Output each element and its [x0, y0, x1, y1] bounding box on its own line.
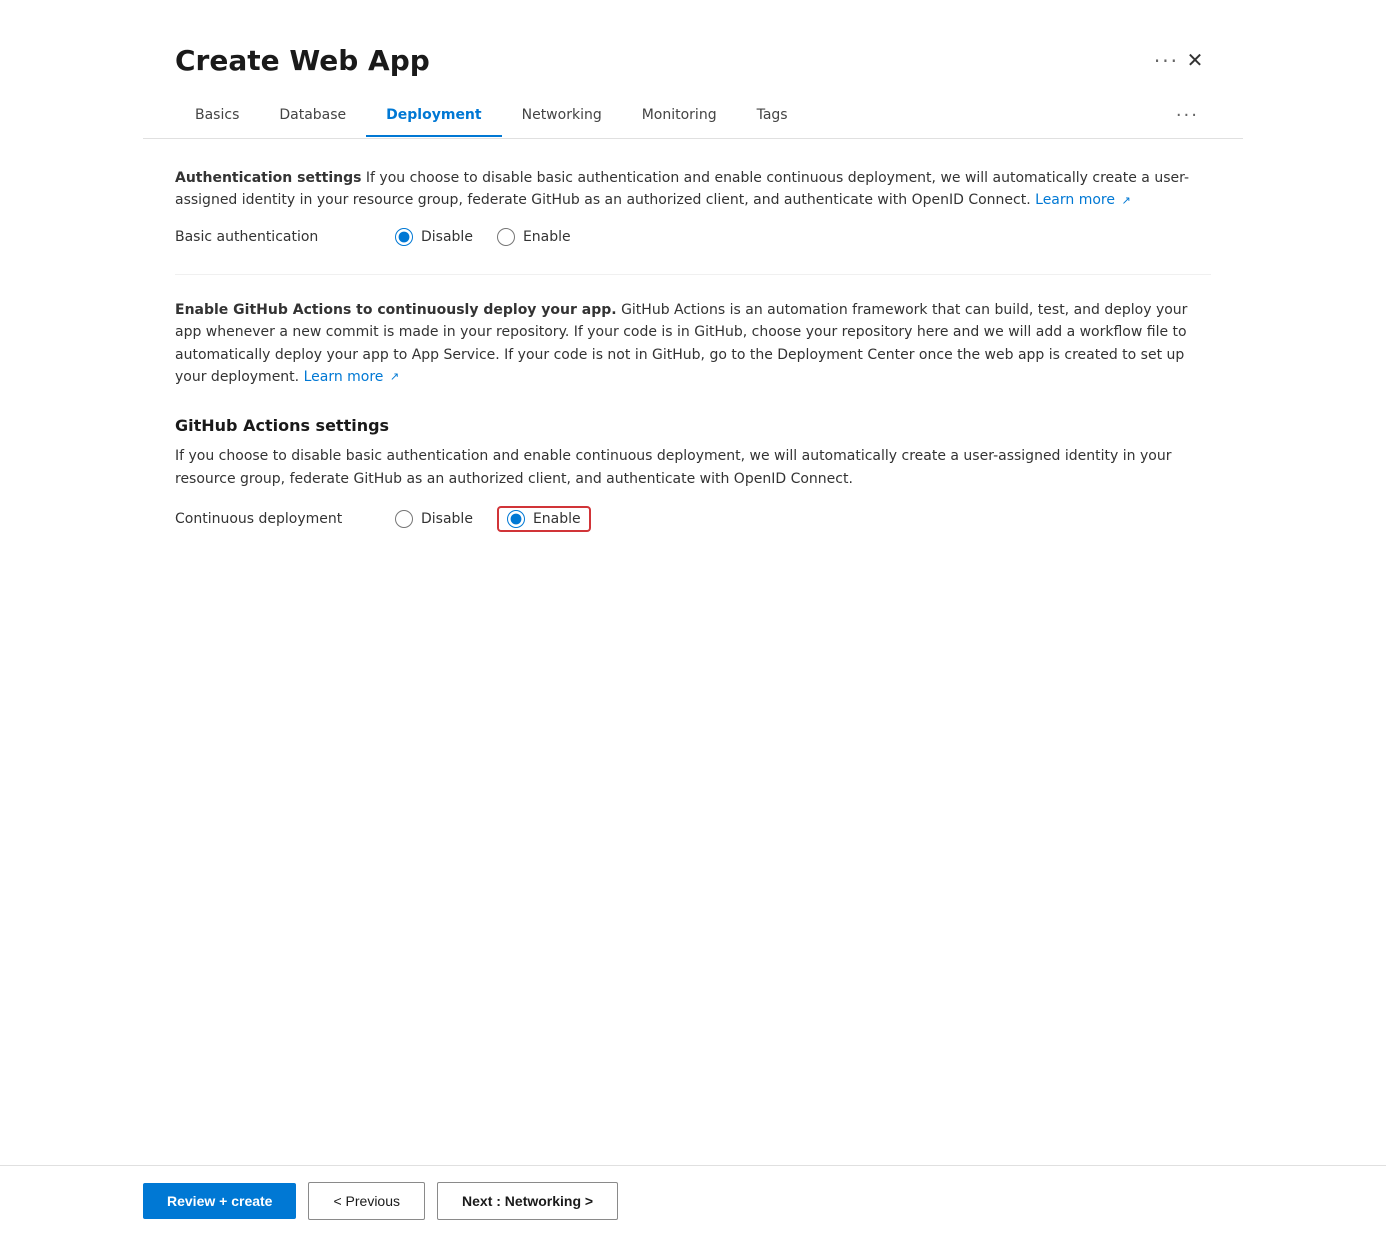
github-external-link-icon: ↗: [390, 368, 399, 386]
basic-auth-radio-group: Disable Enable: [395, 228, 571, 246]
cd-enable-radio[interactable]: [507, 510, 525, 528]
previous-button[interactable]: < Previous: [308, 1182, 425, 1220]
basic-auth-label: Basic authentication: [175, 229, 395, 245]
continuous-deployment-label: Continuous deployment: [175, 511, 395, 527]
basic-auth-field-row: Basic authentication Disable Enable: [175, 228, 1211, 246]
tab-basics[interactable]: Basics: [175, 95, 259, 137]
review-create-button[interactable]: Review + create: [143, 1183, 296, 1219]
basic-auth-disable-label: Disable: [421, 229, 473, 245]
tab-monitoring[interactable]: Monitoring: [622, 95, 737, 137]
dialog-menu-icon[interactable]: ···: [1154, 49, 1179, 73]
github-description: Enable GitHub Actions to continuously de…: [175, 299, 1211, 389]
continuous-deployment-radio-group: Disable Enable: [395, 506, 591, 532]
auth-learn-more-link[interactable]: Learn more ↗: [1035, 192, 1131, 208]
cd-enable-label: Enable: [533, 511, 581, 527]
next-button[interactable]: Next : Networking >: [437, 1182, 618, 1220]
tab-tags[interactable]: Tags: [737, 95, 808, 137]
tab-deployment[interactable]: Deployment: [366, 95, 501, 137]
divider-1: [175, 274, 1211, 275]
cd-enable-option[interactable]: Enable: [507, 510, 581, 528]
footer-inner: Review + create < Previous Next : Networ…: [143, 1182, 1243, 1220]
cd-disable-label: Disable: [421, 511, 473, 527]
external-link-icon: ↗: [1121, 192, 1130, 210]
github-actions-settings-section: GitHub Actions settings If you choose to…: [175, 416, 1211, 532]
basic-auth-disable-radio[interactable]: [395, 228, 413, 246]
cd-enable-highlighted-option: Enable: [497, 506, 591, 532]
footer: Review + create < Previous Next : Networ…: [0, 1165, 1386, 1236]
basic-auth-enable-radio[interactable]: [497, 228, 515, 246]
basic-auth-enable-label: Enable: [523, 229, 571, 245]
tabs-bar: Basics Database Deployment Networking Mo…: [143, 93, 1243, 139]
close-button[interactable]: ✕: [1179, 45, 1211, 77]
github-title-bold: Enable GitHub Actions to continuously de…: [175, 302, 617, 318]
authentication-settings-section: Authentication settings If you choose to…: [175, 167, 1211, 246]
github-actions-section: Enable GitHub Actions to continuously de…: [175, 299, 1211, 389]
basic-auth-enable-option[interactable]: Enable: [497, 228, 571, 246]
tab-networking[interactable]: Networking: [502, 95, 622, 137]
basic-auth-disable-option[interactable]: Disable: [395, 228, 473, 246]
continuous-deployment-field-row: Continuous deployment Disable Enable: [175, 506, 1211, 532]
dialog-header: Create Web App ··· ✕: [143, 20, 1243, 93]
dialog-title: Create Web App: [175, 44, 1142, 77]
github-settings-description: If you choose to disable basic authentic…: [175, 445, 1211, 490]
cd-disable-option[interactable]: Disable: [395, 510, 473, 528]
main-content: Authentication settings If you choose to…: [143, 139, 1243, 588]
github-settings-title: GitHub Actions settings: [175, 416, 1211, 435]
create-web-app-dialog: Create Web App ··· ✕ Basics Database Dep…: [143, 20, 1243, 920]
cd-disable-radio[interactable]: [395, 510, 413, 528]
tabs-overflow-icon[interactable]: ···: [1164, 93, 1211, 138]
github-learn-more-link[interactable]: Learn more ↗: [304, 369, 400, 385]
tab-database[interactable]: Database: [259, 95, 366, 137]
auth-title-bold: Authentication settings: [175, 170, 361, 186]
auth-description: Authentication settings If you choose to…: [175, 167, 1211, 212]
